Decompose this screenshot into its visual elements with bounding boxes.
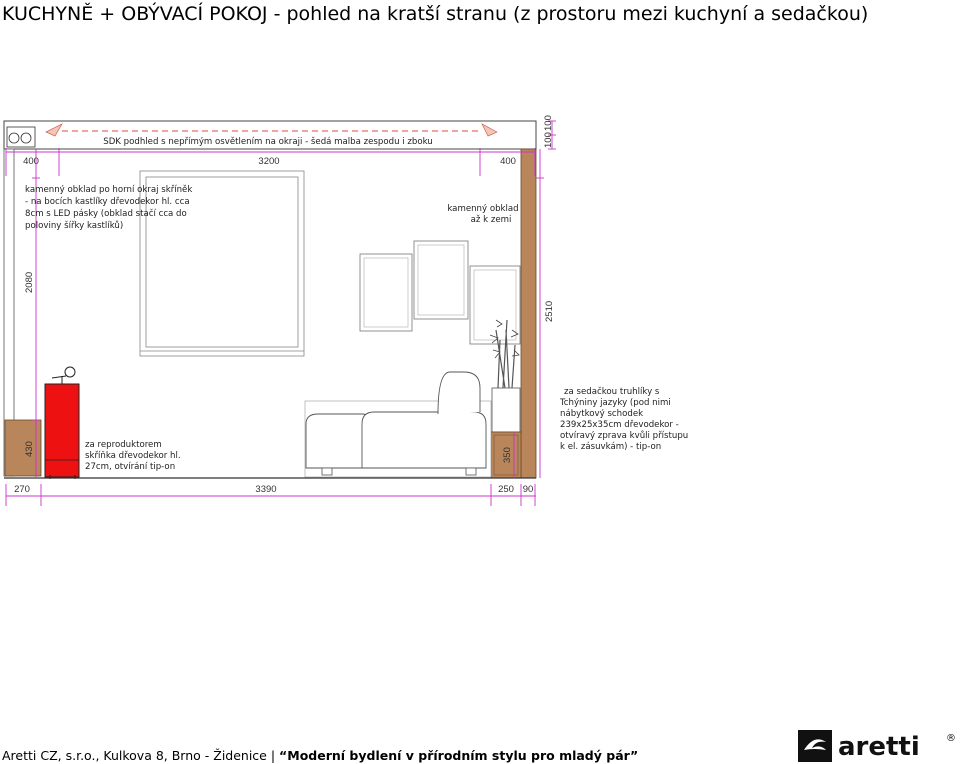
speaker-note-line: skříňka dřevodekor hl. [85,450,181,461]
planter-note-line: 239x25x35cm dřevodekor - [560,420,679,430]
elevation-drawing: SDK podhled s nepřímým osvětlením na okr… [3,115,688,506]
dim-bottom-b: 3390 [255,484,276,495]
dim-right-top-a: 100 [543,132,554,148]
dim-bottom-c: 250 [498,484,514,495]
dim-cabinet-height: 430 [24,441,35,457]
right-wood-column [520,148,537,479]
dim-top-left: 400 [23,156,39,167]
footer: Aretti CZ, s.r.o., Kulkova 8, Brno - Žid… [2,748,638,763]
speaker-note-line: za reproduktorem [85,440,162,450]
sofa [304,371,492,478]
stone-floor-line: kamenný obklad [447,204,518,214]
planter-note-line: otvíravý zprava kvůli přístupu [560,430,688,441]
planter-note-line: Tchýniny jazyky (pod nimi [559,398,671,408]
ceiling-note: SDK podhled s nepřímým osvětlením na okr… [103,136,433,147]
planter-note: za sedačkou truhlíky s Tchýniny jazyky (… [559,386,688,452]
dim-bottom-a: 270 [14,484,30,495]
footer-slogan: “Moderní bydlení v přírodním stylu pro m… [279,748,639,763]
dim-planter-height: 350 [502,447,513,463]
stone-note-line: 8cm s LED pásky (obklad stačí cca do [25,208,187,219]
dim-top-mid: 3200 [258,156,279,167]
dim-right-height: 2510 [544,301,555,322]
logo-registered: ® [946,733,956,744]
ceiling-sdk: SDK podhled s nepřímým osvětlením na okr… [3,120,537,150]
speaker-note: za reproduktorem skříňka dřevodekor hl. … [85,440,181,472]
footer-company: Aretti CZ, s.r.o., Kulkova 8, Brno - Žid… [2,748,280,763]
planter-note-line: za sedačkou truhlíky s [564,386,660,397]
stone-note-line: poloviny šířky kastlíků) [25,220,123,231]
wall-pictures [359,240,521,345]
planter-note-line: nábytkový schodek [560,409,643,419]
dim-bottom-d: 90 [523,484,534,495]
stone-floor-line: až k zemi [471,215,512,225]
stone-note-line: - na bocích kastlíky dřevodekor hl. cca [25,197,190,207]
dim-left-height: 2080 [24,272,35,293]
logo-text: aretti [838,732,920,762]
speaker-note-line: 27cm, otvírání tip-on [85,462,175,472]
stone-floor-note: kamenný obklad až k zemi [447,204,518,225]
planter-note-line: k el. zásuvkám) - tip-on [560,442,661,452]
dim-right-top-b: 100 [543,115,554,131]
speaker-cabinet [44,366,80,479]
stone-note-line: kamenný obklad po horní okraj skříněk [25,184,192,195]
dim-top-right: 400 [500,156,516,167]
speaker-icon [64,366,76,378]
aretti-logo: aretti ® [798,730,956,762]
